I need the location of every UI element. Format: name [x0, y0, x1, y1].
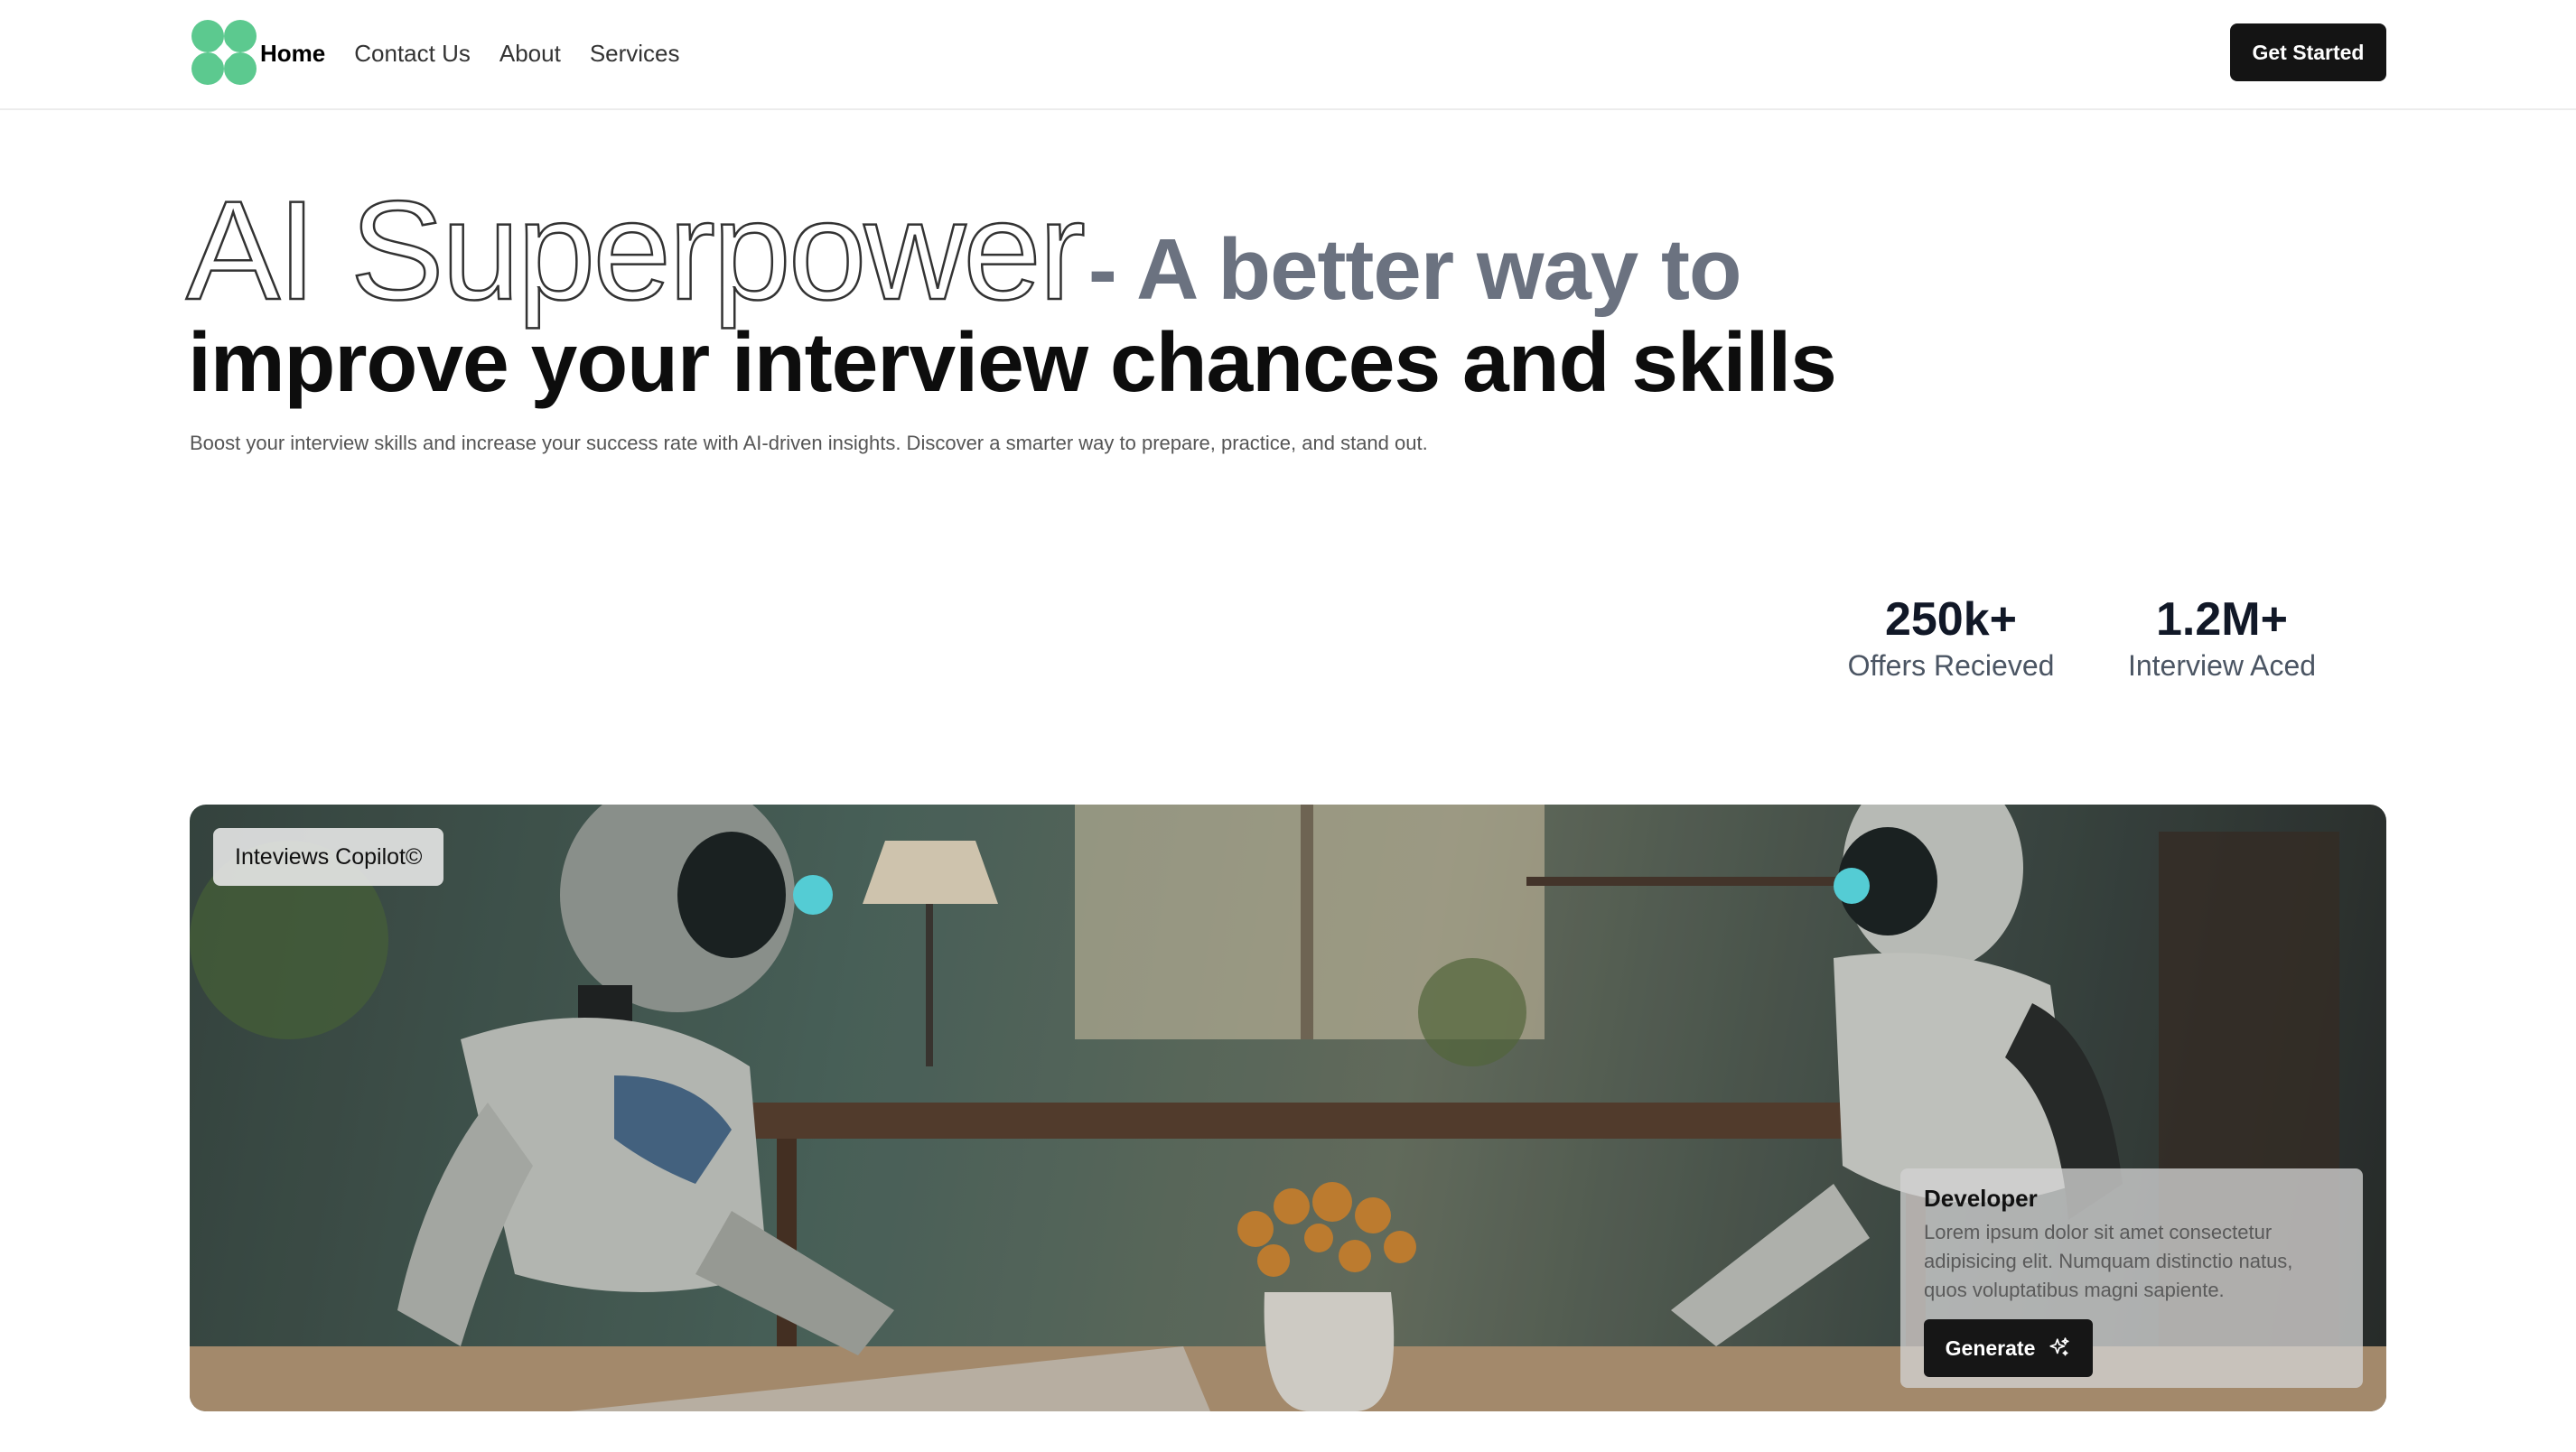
nav-link-about[interactable]: About — [499, 40, 561, 68]
clover-logo-icon[interactable] — [190, 18, 258, 87]
stat-interviews: 1.2M+ Interview Aced — [2105, 591, 2339, 685]
feature-image-card: Inteviews Copilot© Developer Lorem ipsum… — [190, 805, 2386, 1411]
nav-link-contact-us[interactable]: Contact Us — [354, 40, 471, 68]
stat-offers-label: Offers Recieved — [1847, 649, 2055, 683]
generate-button-label: Generate — [1945, 1336, 2036, 1360]
stat-offers-value: 250k+ — [1884, 593, 2018, 646]
hero-title-outline: AI Superpower — [185, 172, 1087, 330]
hero-title-line1: AI Superpower - A better way to — [185, 172, 1742, 330]
hero-subtitle: Boost your interview skills and increase… — [190, 432, 1428, 454]
stat-interviews-label: Interview Aced — [2127, 649, 2317, 683]
main-nav: Home Contact Us About Services — [260, 0, 709, 107]
top-navbar: Home Contact Us About Services Get Start… — [0, 0, 2576, 110]
get-started-button[interactable]: Get Started — [2230, 23, 2386, 81]
copilot-badge: Inteviews Copilot© — [213, 828, 444, 886]
hero-title-line2: improve your interview chances and skill… — [188, 315, 1837, 409]
developer-card-text: Lorem ipsum dolor sit amet consectetur a… — [1924, 1221, 2293, 1301]
stat-offers: 250k+ Offers Recieved — [1834, 591, 2068, 685]
nav-link-home[interactable]: Home — [260, 40, 325, 68]
nav-link-services[interactable]: Services — [590, 40, 680, 68]
developer-card-title: Developer — [1924, 1185, 2038, 1212]
stat-interviews-value: 1.2M+ — [2156, 593, 2288, 646]
hero-title-gray: - A better way to — [1087, 221, 1742, 318]
sparkles-icon — [2049, 1337, 2069, 1356]
developer-card: Developer Lorem ipsum dolor sit amet con… — [1900, 1168, 2363, 1388]
generate-button[interactable]: Generate — [1924, 1319, 2093, 1377]
